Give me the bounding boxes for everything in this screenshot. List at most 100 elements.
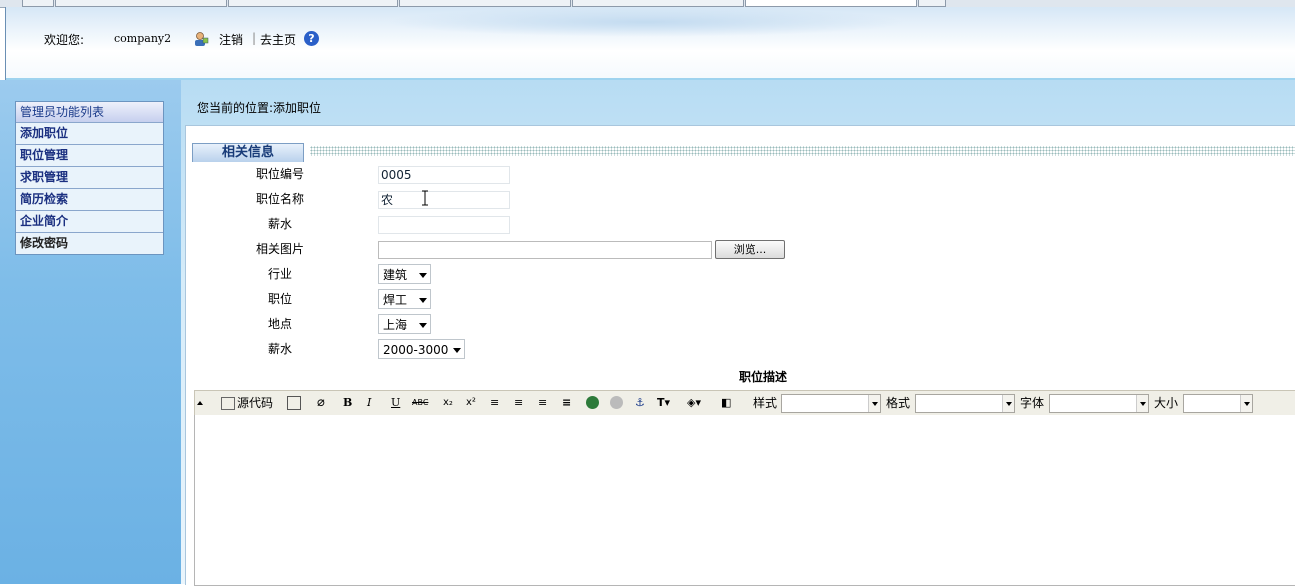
position-label: 职位 [267,292,292,306]
header-separator: | [252,31,257,45]
font-label: 字体 [1020,396,1045,410]
user-icon [195,32,209,46]
align-center-icon[interactable]: ≡ [514,395,523,411]
browser-tab[interactable] [918,0,946,7]
row-salary: 薪水 2000-3000 [190,337,1295,362]
italic-button[interactable]: I [367,395,371,411]
sidebar-item-company-profile[interactable]: 企业简介 [16,211,163,233]
row-position: 职位 焊工 [190,287,1295,312]
chevron-down-icon [453,348,461,353]
format-select[interactable] [915,394,1015,413]
description-editor[interactable] [194,415,1295,586]
job-name-input[interactable]: 农 [378,191,510,209]
chevron-down-icon [1002,395,1014,412]
sidebar: 管理员功能列表 添加职位 职位管理 求职管理 简历检索 企业简介 修改密码 [0,80,181,584]
chevron-down-icon [419,273,427,278]
row-industry: 行业 建筑 [190,262,1295,287]
job-no-input[interactable]: 0005 [378,166,510,184]
style-label: 样式 [753,396,778,410]
browser-tab-active[interactable] [745,0,917,7]
chevron-down-icon [419,323,427,328]
image-path-input[interactable] [378,241,712,259]
job-form: 职位编号 0005 职位名称 农 薪水 相关图片 浏览... 行业 建筑 职位 … [190,162,1295,402]
help-icon[interactable]: ? [304,31,319,46]
superscript-button[interactable]: x² [466,395,476,411]
salary-text-input[interactable] [378,216,510,234]
chevron-down-icon [419,298,427,303]
row-image: 相关图片 浏览... [190,237,1295,262]
font-select[interactable] [1049,394,1149,413]
special-char-icon[interactable]: ◧ [721,395,731,411]
browser-tab[interactable] [55,0,227,7]
page-header: 欢迎您: company2 注销 | 去主页 ? [5,7,1295,80]
size-select[interactable] [1183,394,1253,413]
underline-button[interactable]: U [391,395,400,411]
location-label: 地点 [267,317,292,331]
section-tabbar: 相关信息 [190,138,1295,165]
home-link[interactable]: 去主页 [260,31,296,48]
row-job-no: 职位编号 0005 [190,162,1295,187]
job-no-label: 职位编号 [255,167,304,181]
unlink-icon[interactable] [610,396,623,409]
subscript-button[interactable]: x₂ [443,395,453,411]
position-select[interactable]: 焊工 [378,289,431,309]
username: company2 [114,32,172,45]
chevron-down-icon [868,395,880,412]
format-label: 格式 [886,396,911,410]
text-cursor-icon [422,190,428,206]
sidebar-item-add-job[interactable]: 添加职位 [16,123,163,145]
row-salary-text: 薪水 [190,212,1295,237]
position-selected: 焊工 [383,293,408,307]
salary-label: 薪水 [267,342,292,356]
editor-toolbar: 源代码 ⌀ B I U ABC x₂ x² ≡ ≡ ≡ ≡ ⚓ T▾ ◈▾ ◧ … [194,390,1295,416]
chevron-down-icon [1136,395,1148,412]
browser-tab[interactable] [399,0,571,7]
row-location: 地点 上海 [190,312,1295,337]
content-panel: 相关信息 职位编号 0005 职位名称 农 薪水 相关图片 浏览... 行业 建… [185,125,1295,586]
salary-select[interactable]: 2000-3000 [378,339,465,359]
strikethrough-button[interactable]: ABC [412,395,428,411]
align-justify-icon[interactable]: ≡ [562,395,571,411]
location-select[interactable]: 上海 [378,314,431,334]
collapse-toolbar-icon[interactable] [197,401,203,405]
align-right-icon[interactable]: ≡ [538,395,547,411]
salary-selected: 2000-3000 [383,343,449,357]
tabbar-decoration [310,146,1295,156]
sidebar-item-job-management[interactable]: 职位管理 [16,145,163,167]
link-icon[interactable] [586,396,599,409]
sidebar-item-change-password[interactable]: 修改密码 [16,233,163,254]
style-select[interactable] [781,394,881,413]
image-label: 相关图片 [255,242,304,256]
bold-button[interactable]: B [343,395,352,411]
header-decoration [386,7,906,37]
menu-title: 管理员功能列表 [16,102,163,123]
welcome-label: 欢迎您: [44,33,85,47]
align-left-icon[interactable]: ≡ [490,395,499,411]
chevron-down-icon [1240,395,1252,412]
admin-menu: 管理员功能列表 添加职位 职位管理 求职管理 简历检索 企业简介 修改密码 [15,101,164,255]
job-name-label: 职位名称 [255,192,304,206]
breadcrumb: 您当前的位置:添加职位 [197,101,322,115]
eraser-icon[interactable]: ⌀ [317,395,325,411]
industry-selected: 建筑 [383,268,408,282]
logout-link[interactable]: 注销 [219,31,243,48]
source-icon [221,397,235,410]
size-label: 大小 [1154,396,1179,410]
sidebar-item-resume-search[interactable]: 简历检索 [16,189,163,211]
salary-text-label: 薪水 [267,217,292,231]
browse-button[interactable]: 浏览... [715,240,785,259]
preview-icon[interactable] [287,396,301,410]
background-color-icon[interactable]: ◈▾ [687,395,701,411]
sidebar-item-application-management[interactable]: 求职管理 [16,167,163,189]
text-color-icon[interactable]: T▾ [657,395,670,411]
industry-select[interactable]: 建筑 [378,264,431,284]
anchor-icon[interactable]: ⚓ [635,395,645,411]
location-selected: 上海 [383,318,408,332]
browser-tab[interactable] [572,0,744,7]
row-job-name: 职位名称 农 [190,187,1295,212]
browser-tab[interactable] [22,0,54,7]
industry-label: 行业 [267,267,292,281]
browser-tab[interactable] [228,0,398,7]
description-title: 职位描述 [738,370,787,384]
source-button[interactable]: 源代码 [237,395,273,411]
